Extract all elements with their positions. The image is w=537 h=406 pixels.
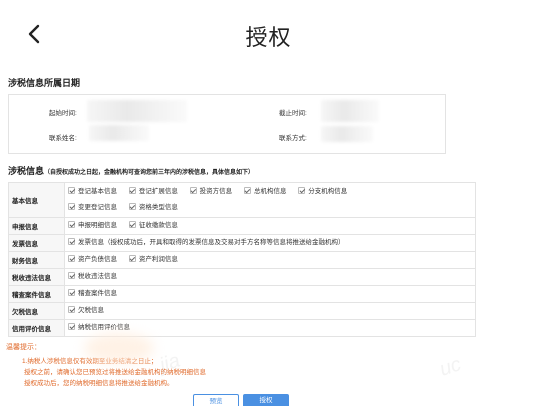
end-time-value[interactable]: [321, 100, 379, 122]
start-time-value[interactable]: [87, 100, 187, 122]
checkbox-option[interactable]: 总机构信息: [243, 184, 286, 200]
table-row: 财务信息 资产负债信息 资产利润信息: [8, 251, 476, 269]
authorize-button[interactable]: 授权: [243, 394, 289, 406]
contact-method-value[interactable]: [321, 126, 373, 142]
checkbox-option[interactable]: 纳税信用评价信息: [68, 320, 130, 336]
checkbox-icon[interactable]: [68, 255, 75, 262]
checkbox-option[interactable]: 资产负债信息: [68, 252, 117, 268]
checkbox-icon[interactable]: [68, 289, 75, 296]
table-row: 申报信息 申报明细信息 征收缴款信息: [8, 217, 476, 235]
category-invoice: 发票信息: [8, 234, 65, 252]
end-time-label: 截止时间:: [279, 110, 307, 117]
category-basic: 基本信息: [8, 182, 65, 218]
checkbox-option[interactable]: 稽查案件信息: [68, 286, 117, 302]
checkbox-option[interactable]: 申报明细信息: [68, 218, 117, 234]
checkbox-icon[interactable]: [68, 306, 75, 313]
checkbox-icon[interactable]: [68, 221, 75, 228]
options-violation: 税收违法信息: [64, 268, 476, 286]
date-info-box: 起始时间: 截止时间: 联系姓名: 联系方式:: [8, 94, 446, 154]
checkbox-option[interactable]: 资产利润信息: [128, 252, 178, 268]
tip-line-2: 授权之前，请确认您已预览过将推送给金融机构的纳税明细信息: [24, 369, 206, 376]
checkbox-icon[interactable]: [128, 187, 136, 194]
header: 授权: [0, 0, 537, 70]
checkbox-option[interactable]: 税收违法信息: [68, 269, 117, 285]
category-finance: 财务信息: [8, 251, 65, 269]
checkbox-icon[interactable]: [243, 187, 251, 194]
checkbox-icon[interactable]: [68, 272, 75, 279]
checkbox-icon[interactable]: [128, 255, 136, 262]
tip-line-1: 1.纳税人涉税信息仅有效期至业务结清之日止；: [22, 358, 158, 365]
table-row: 基本信息 登记基本信息 登记扩展信息 投资方信息 总机构信息 分支机构信息 变更…: [8, 182, 476, 218]
table-row: 税收违法信息 税收违法信息: [8, 268, 476, 286]
checkbox-icon[interactable]: [68, 187, 75, 194]
watermark-mark: uc: [436, 353, 464, 381]
tax-info-table: 基本信息 登记基本信息 登记扩展信息 投资方信息 总机构信息 分支机构信息 变更…: [8, 182, 476, 337]
start-time-label: 起始时间:: [49, 110, 77, 117]
options-credit: 纳税信用评价信息: [64, 319, 476, 337]
section-tax-title: 涉税信息（自授权成功之日起，金融机构可查询您前三年内的涉税信息，具体信息如下）: [8, 164, 254, 177]
section-tax-note: （自授权成功之日起，金融机构可查询您前三年内的涉税信息，具体信息如下）: [44, 170, 255, 176]
contact-name-value[interactable]: [89, 125, 149, 141]
checkbox-icon[interactable]: [189, 187, 197, 194]
category-arrears: 欠税信息: [8, 302, 65, 320]
checkbox-option[interactable]: 分支机构信息: [298, 184, 347, 200]
table-row: 发票信息 发票信息（授权成功后，开具和取得的发票信息及交易对手方名称等信息将推送…: [8, 234, 476, 252]
contact-name-label: 联系姓名:: [49, 135, 77, 142]
tip-line-3: 授权成功后，您的纳税明细信息将推送给金融机构。: [24, 380, 174, 387]
table-row: 信用评价信息 纳税信用评价信息: [8, 319, 476, 337]
checkbox-icon[interactable]: [128, 221, 136, 228]
options-invoice: 发票信息（授权成功后，开具和取得的发票信息及交易对手方名称等信息将推送给金融机构…: [64, 234, 476, 252]
checkbox-option[interactable]: 资格类型信息: [128, 200, 178, 216]
options-basic: 登记基本信息 登记扩展信息 投资方信息 总机构信息 分支机构信息 变更登记信息 …: [64, 182, 476, 218]
options-arrears: 欠税信息: [64, 302, 476, 320]
checkbox-icon[interactable]: [68, 238, 75, 245]
preview-button[interactable]: 预览: [193, 394, 239, 406]
checkbox-option[interactable]: 变更登记信息: [68, 200, 117, 216]
section-tax-title-text: 涉税信息: [8, 166, 45, 176]
checkbox-option[interactable]: 登记扩展信息: [128, 184, 178, 200]
checkbox-icon[interactable]: [298, 187, 306, 194]
checkbox-option[interactable]: 投资方信息: [189, 184, 232, 200]
checkbox-option[interactable]: 欠税信息: [68, 303, 104, 319]
category-credit: 信用评价信息: [8, 319, 65, 337]
contact-method-label: 联系方式:: [279, 135, 307, 142]
checkbox-option[interactable]: 发票信息（授权成功后，开具和取得的发票信息及交易对手方名称等信息将推送给金融机构…: [68, 235, 345, 251]
category-violation: 税收违法信息: [8, 268, 65, 286]
options-finance: 资产负债信息 资产利润信息: [64, 251, 476, 269]
options-declaration: 申报明细信息 征收缴款信息: [64, 217, 476, 235]
checkbox-option[interactable]: 登记基本信息: [68, 184, 117, 200]
checkbox-icon[interactable]: [68, 203, 75, 210]
section-date-title: 涉税信息所属日期: [8, 78, 81, 88]
checkbox-icon[interactable]: [68, 323, 75, 330]
checkbox-option[interactable]: 征收缴款信息: [128, 218, 178, 234]
category-inspection: 稽查案件信息: [8, 285, 65, 303]
options-inspection: 稽查案件信息: [64, 285, 476, 303]
table-row: 欠税信息 欠税信息: [8, 302, 476, 320]
table-row: 稽查案件信息 稽查案件信息: [8, 285, 476, 303]
tips-title: 温馨提示：: [6, 344, 41, 351]
page-title: 授权: [245, 25, 292, 50]
checkbox-icon[interactable]: [128, 203, 136, 210]
category-declaration: 申报信息: [8, 217, 65, 235]
